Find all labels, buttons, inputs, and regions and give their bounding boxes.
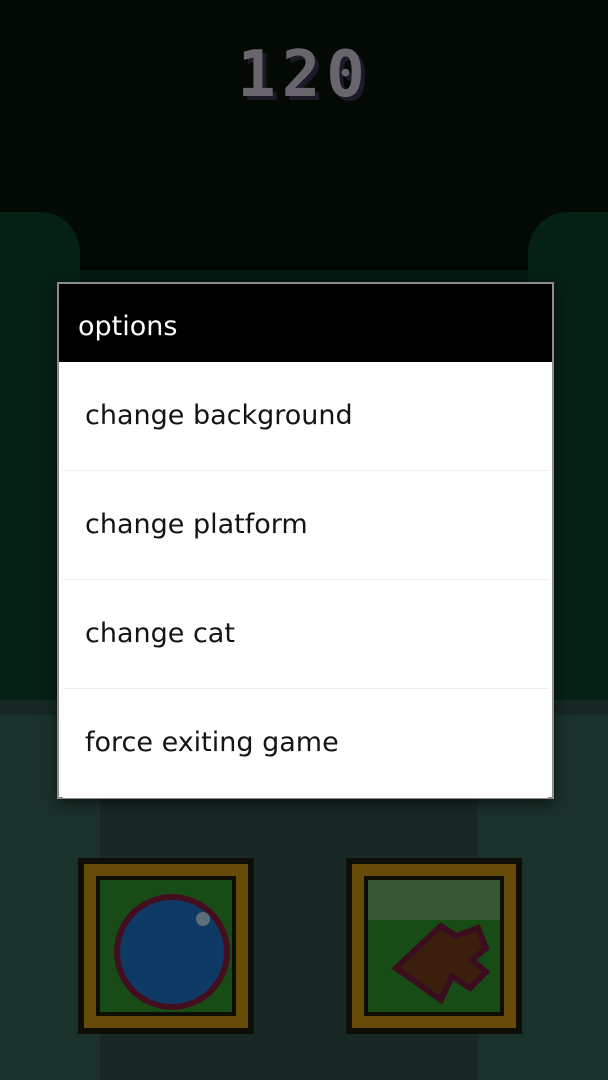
options-dialog: options change background change platfor… (57, 282, 554, 799)
option-change-background[interactable]: change background (63, 362, 548, 471)
options-list: change background change platform change… (59, 362, 552, 798)
dialog-title: options (59, 284, 552, 362)
option-change-cat[interactable]: change cat (63, 580, 548, 689)
option-force-exit[interactable]: force exiting game (63, 689, 548, 798)
option-change-platform[interactable]: change platform (63, 471, 548, 580)
